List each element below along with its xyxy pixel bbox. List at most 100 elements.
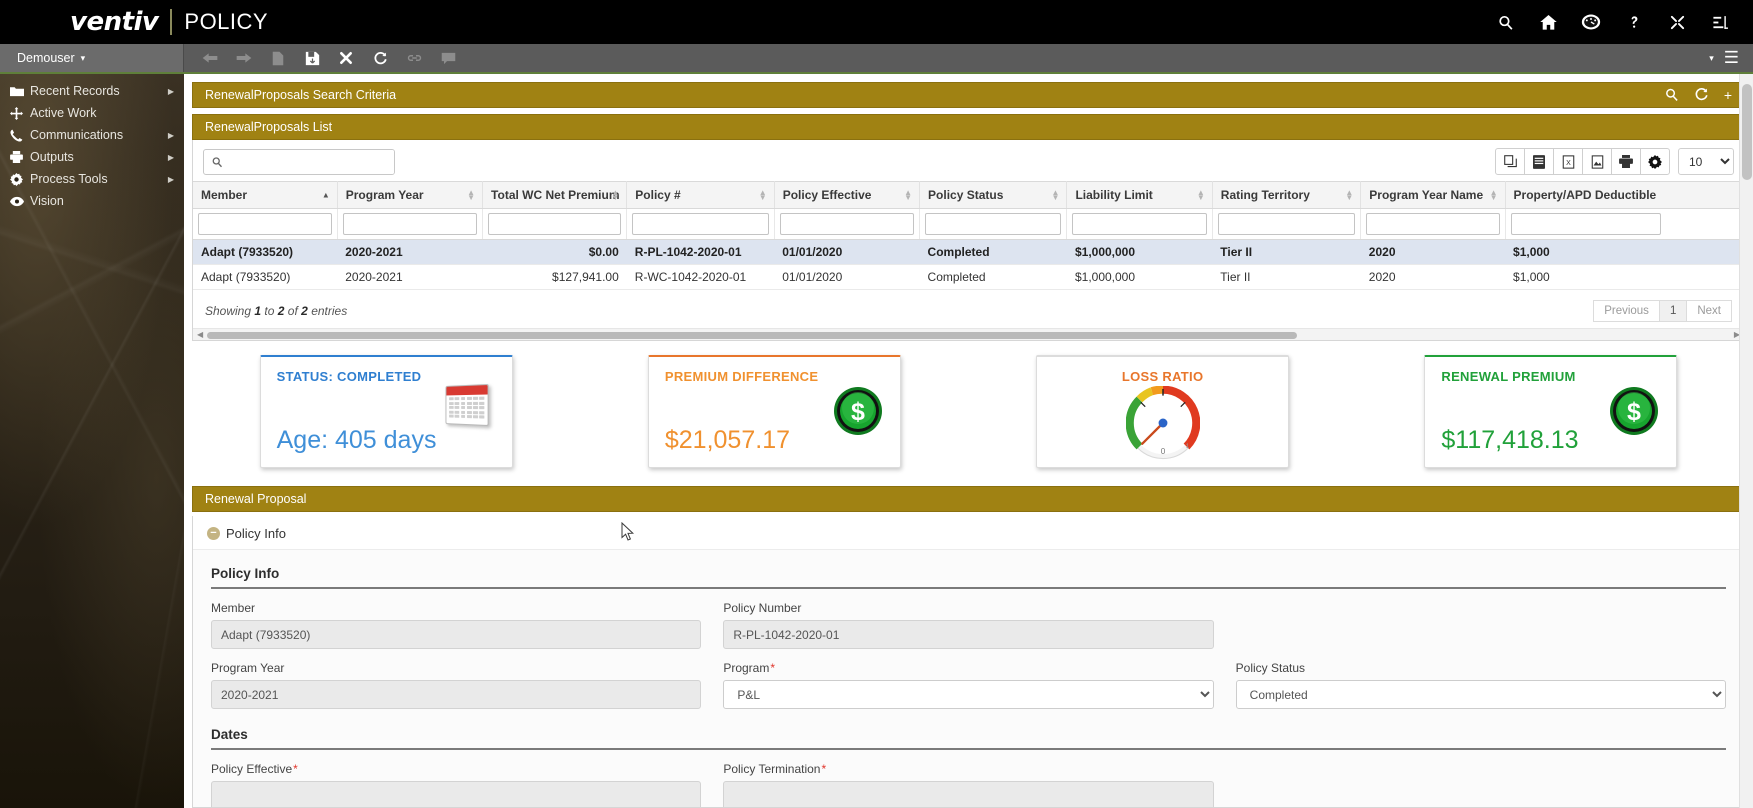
sidebar-item-active-work[interactable]: Active Work bbox=[0, 102, 184, 124]
filter-input-total-wc-net-premium[interactable] bbox=[488, 213, 622, 235]
filter-input-program-year-name[interactable] bbox=[1366, 213, 1500, 235]
pagination-page-1-button[interactable]: 1 bbox=[1658, 300, 1688, 322]
column-header-program-year[interactable]: Program Year ▲ ▼ bbox=[337, 181, 484, 209]
pdf-export-button[interactable] bbox=[1582, 148, 1612, 175]
kpi-card-premium-difference[interactable]: PREMIUM DIFFERENCE $21,057.17 $ bbox=[647, 355, 901, 468]
column-header-rating-territory[interactable]: Rating Territory ▲ ▼ bbox=[1212, 181, 1362, 209]
reports-icon[interactable] bbox=[1709, 11, 1731, 33]
pagination-next-button[interactable]: Next bbox=[1686, 300, 1732, 322]
filter-cell-member bbox=[193, 208, 338, 240]
page-size-select[interactable]: 10 bbox=[1678, 148, 1734, 175]
scroll-left-arrow-icon[interactable]: ◀ bbox=[197, 330, 203, 339]
copy-button[interactable] bbox=[1495, 148, 1525, 175]
policy-termination-field[interactable] bbox=[723, 781, 1214, 807]
filter-input-member[interactable] bbox=[198, 213, 332, 235]
comment-icon[interactable] bbox=[439, 49, 457, 67]
link-icon[interactable] bbox=[405, 49, 423, 67]
section-divider bbox=[211, 587, 1726, 589]
field-program-year: Program Year bbox=[211, 661, 702, 709]
table-row[interactable]: Adapt (7933520) 2020-2021 $0.00 R-PL-104… bbox=[193, 239, 1744, 265]
policy-status-select[interactable]: Completed bbox=[1235, 680, 1726, 709]
column-label: Member bbox=[201, 188, 248, 202]
kpi-card-renewal-premium[interactable]: RENEWAL PREMIUM $117,418.13 $ bbox=[1424, 355, 1678, 468]
delete-icon[interactable] bbox=[337, 49, 355, 67]
filter-input-policy-status[interactable] bbox=[925, 213, 1062, 235]
print-button[interactable] bbox=[1611, 148, 1641, 175]
column-header-program-year-name[interactable]: Program Year Name ▲ ▼ bbox=[1360, 181, 1506, 209]
kpi-card-status[interactable]: STATUS: COMPLETED Age: 405 days bbox=[259, 355, 513, 468]
sort-icon: ▲ ▼ bbox=[904, 188, 913, 202]
field-label: Member bbox=[211, 601, 256, 615]
filter-cell-rating-territory bbox=[1212, 208, 1362, 240]
table-search-box[interactable] bbox=[203, 148, 395, 175]
sort-icon: ▲ ▼ bbox=[467, 188, 476, 202]
filter-input-program-year[interactable] bbox=[342, 213, 478, 235]
page-vertical-scrollbar[interactable] bbox=[1739, 74, 1753, 808]
sidebar-item-recent-records[interactable]: Recent Records ▶ bbox=[0, 80, 184, 102]
program-select[interactable]: P&L bbox=[723, 680, 1214, 709]
scrollbar-thumb[interactable] bbox=[1742, 84, 1752, 180]
filter-input-rating-territory[interactable] bbox=[1217, 213, 1356, 235]
member-field[interactable] bbox=[211, 620, 702, 649]
excel-export-button[interactable]: X bbox=[1553, 148, 1583, 175]
home-icon[interactable] bbox=[1537, 11, 1559, 33]
column-header-liability-limit[interactable]: Liability Limit ▲ ▼ bbox=[1066, 181, 1213, 209]
chevron-down-icon[interactable]: ▾ bbox=[1709, 53, 1714, 64]
kpi-card-loss-ratio[interactable]: LOSS RATIO 0 1 bbox=[1036, 355, 1290, 468]
filter-input-property-apd-deductible[interactable] bbox=[1510, 213, 1661, 235]
column-label: Total WC Net Premium bbox=[491, 188, 620, 202]
column-header-policy-status[interactable]: Policy Status ▲ ▼ bbox=[919, 181, 1068, 209]
table-row[interactable]: Adapt (7933520) 2020-2021 $127,941.00 R-… bbox=[193, 264, 1744, 290]
column-settings-button[interactable] bbox=[1640, 148, 1670, 175]
save-icon[interactable] bbox=[303, 49, 321, 67]
sidebar-item-outputs[interactable]: Outputs ▶ bbox=[0, 146, 184, 168]
column-header-property-apd-deductible[interactable]: Property/APD Deductible bbox=[1505, 181, 1744, 209]
search-icon[interactable] bbox=[1664, 87, 1679, 104]
column-header-policy-number[interactable]: Policy # ▲ ▼ bbox=[626, 181, 775, 209]
refresh-icon[interactable] bbox=[1694, 87, 1709, 104]
column-label: Policy Effective bbox=[782, 188, 872, 202]
field-spacer bbox=[1236, 762, 1726, 807]
cell-rating-territory: Tier II bbox=[1212, 264, 1361, 290]
sidebar-item-communications[interactable]: Communications ▶ bbox=[0, 124, 184, 146]
csv-export-button[interactable] bbox=[1524, 148, 1554, 175]
column-header-total-wc-net-premium[interactable]: Total WC Net Premium ▲ ▼ bbox=[482, 181, 628, 209]
filter-input-policy-number[interactable] bbox=[632, 213, 769, 235]
filter-input-policy-effective[interactable] bbox=[779, 213, 915, 235]
fullscreen-icon[interactable] bbox=[1666, 11, 1688, 33]
scrollbar-thumb[interactable] bbox=[207, 332, 1297, 339]
cell-policy-number: R-WC-1042-2020-01 bbox=[626, 264, 775, 290]
list-panel-header: RenewalProposals List bbox=[192, 114, 1745, 140]
forward-arrow-icon[interactable] bbox=[235, 49, 253, 67]
column-header-member[interactable]: Member ▲ bbox=[193, 181, 338, 209]
field-label: Policy Effective* bbox=[211, 762, 701, 776]
sidebar-item-vision[interactable]: Vision bbox=[0, 190, 184, 212]
table-filter-row bbox=[193, 208, 1744, 240]
brand-name-primary: ventiv bbox=[70, 7, 159, 37]
sidebar-item-label: Active Work bbox=[30, 106, 97, 120]
table-horizontal-scrollbar[interactable]: ◀ ▶ bbox=[193, 328, 1744, 340]
refresh-icon[interactable] bbox=[371, 49, 389, 67]
user-menu[interactable]: Demouser ▾ bbox=[0, 44, 184, 72]
svg-text:1: 1 bbox=[1185, 443, 1189, 450]
filter-input-liability-limit[interactable] bbox=[1072, 213, 1207, 235]
search-icon[interactable] bbox=[1494, 11, 1516, 33]
new-document-icon[interactable] bbox=[269, 49, 287, 67]
help-icon[interactable] bbox=[1623, 11, 1645, 33]
policy-info-collapse-toggle[interactable]: − Policy Info bbox=[193, 516, 1744, 550]
policy-number-field[interactable] bbox=[723, 620, 1214, 649]
pagination-previous-button[interactable]: Previous bbox=[1593, 300, 1660, 322]
hamburger-menu-icon[interactable]: ☰ bbox=[1724, 48, 1739, 68]
program-year-field[interactable] bbox=[211, 680, 702, 709]
add-icon[interactable]: + bbox=[1724, 88, 1732, 102]
dashboard-gauge-icon[interactable] bbox=[1580, 11, 1602, 33]
sidebar-item-process-tools[interactable]: Process Tools ▶ bbox=[0, 168, 184, 190]
column-header-policy-effective[interactable]: Policy Effective ▲ ▼ bbox=[774, 181, 921, 209]
table-header-row: Member ▲ Program Year ▲ ▼ Total WC Net Pr… bbox=[193, 181, 1744, 209]
field-label: Program* bbox=[723, 661, 1213, 675]
policy-effective-field[interactable] bbox=[211, 781, 702, 807]
back-arrow-icon[interactable] bbox=[201, 49, 219, 67]
filter-cell-property-apd-deductible bbox=[1505, 208, 1744, 240]
filter-cell-total-wc-net-premium bbox=[482, 208, 628, 240]
search-input[interactable] bbox=[230, 149, 394, 174]
